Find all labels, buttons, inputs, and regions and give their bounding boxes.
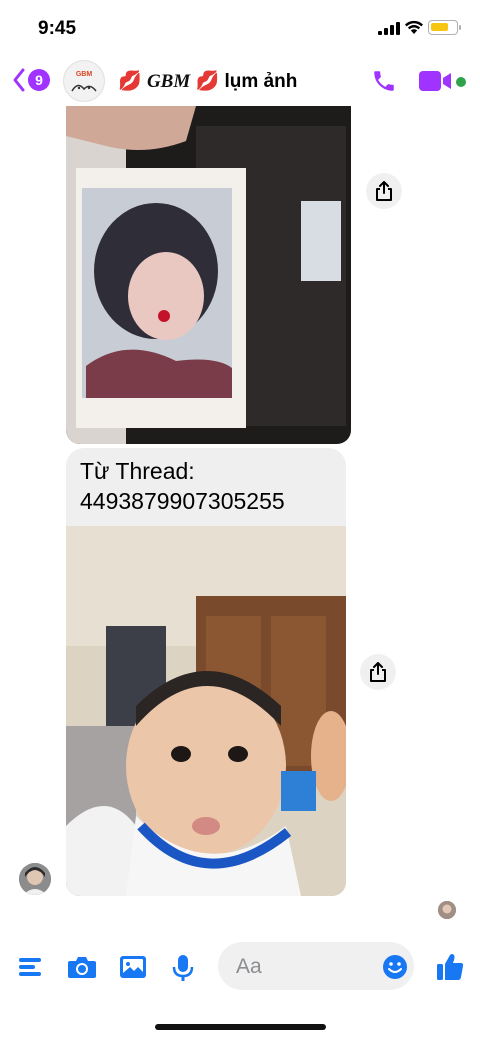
group-avatar-drawing: [71, 84, 97, 92]
group-avatar[interactable]: GBM: [63, 60, 105, 102]
chat-title[interactable]: 💋 GBM 💋 lụm ảnh: [118, 69, 297, 93]
share-button[interactable]: [360, 654, 396, 690]
text-message[interactable]: Từ Thread: 4493879907305255: [66, 448, 346, 526]
status-time: 9:45: [38, 18, 77, 39]
message-composer: Aa: [0, 940, 480, 996]
message-input[interactable]: Aa: [218, 942, 414, 990]
chat-title-suffix: lụm ảnh: [219, 71, 298, 92]
menu-icon[interactable]: [18, 954, 44, 980]
sender-avatar-photo: [19, 863, 51, 895]
chevron-left-icon: [13, 68, 25, 92]
microphone-icon[interactable]: [172, 954, 194, 982]
wifi-icon: [405, 20, 423, 34]
thread-id: 4493879907305255: [80, 488, 285, 514]
camera-icon[interactable]: [67, 954, 97, 980]
share-icon: [376, 181, 392, 201]
chat-title-name: GBM: [146, 71, 191, 92]
unread-count-badge: 9: [28, 69, 50, 91]
status-bar: 9:45: [0, 0, 480, 56]
emoji-icon[interactable]: [382, 954, 408, 980]
photo-message-baby[interactable]: [66, 526, 346, 896]
baby-photo: [66, 526, 346, 896]
online-status-dot: [456, 77, 466, 87]
read-receipt-avatar: [438, 901, 456, 919]
phone-call-icon[interactable]: [371, 68, 397, 94]
like-thumbs-up-icon[interactable]: [436, 952, 464, 982]
chat-header: 9 GBM 💋 GBM 💋 lụm ảnh: [0, 56, 480, 108]
message-input-placeholder: Aa: [236, 955, 262, 978]
sender-avatar[interactable]: [19, 863, 51, 895]
share-button[interactable]: [366, 173, 402, 209]
read-receipt-avatar-photo: [438, 901, 456, 919]
wallet-photo: [66, 106, 351, 444]
battery-icon: [428, 20, 461, 35]
lips-emoji: 💋: [195, 71, 220, 92]
cellular-signal-icon: [378, 22, 400, 35]
photo-message-wallet[interactable]: [66, 106, 351, 444]
lips-emoji: 💋: [118, 71, 142, 92]
back-button[interactable]: 9: [12, 67, 56, 97]
gallery-icon[interactable]: [119, 954, 147, 980]
thread-label: Từ Thread:: [80, 458, 195, 484]
home-indicator: [155, 1024, 326, 1030]
video-call-icon[interactable]: [419, 70, 453, 92]
share-icon: [370, 662, 386, 682]
